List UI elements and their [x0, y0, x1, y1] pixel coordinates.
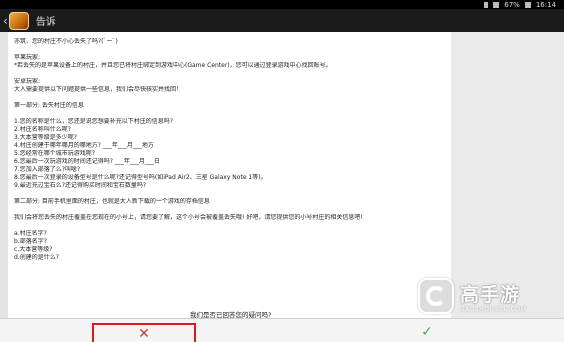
message-line: 2.村庄名称叫什么呢?: [14, 126, 71, 133]
message-line: 3.大本营等级是多少呢?: [14, 134, 77, 141]
watermark-brand: 高手游: [460, 284, 521, 306]
message-line: 安卓玩家:: [14, 78, 41, 85]
message-line: 苹果玩家:: [14, 54, 41, 61]
battery-percent: 67%: [504, 0, 520, 9]
no-button[interactable]: ✕: [92, 323, 196, 342]
message-line: a.村庄名字?: [14, 230, 47, 237]
message-line: 5.您经常在哪个城市玩游戏呢?: [14, 150, 95, 157]
battery-icon: [524, 1, 531, 8]
yes-button[interactable]: ✓: [392, 322, 462, 342]
message-line: 第一部分: 丢失村庄的信息: [14, 102, 84, 109]
check-icon: ✓: [421, 324, 433, 340]
message-line: 6.您最后一次玩游戏的时间还记得吗? ___年___月___日: [14, 158, 160, 165]
message-line: 9.最近充过宝石么?还记得购买时间和宝石数量吗?: [14, 182, 147, 189]
watermark-domain: GAOSHOUYOU.COM: [460, 306, 527, 313]
message-lines: 亦筑、您的村庄不小心丢失了吗?(ﾟーﾟ) 苹果玩家: *若丢失的是苹果设备上的村庄，…: [14, 38, 444, 262]
right-margin: [451, 32, 564, 318]
back-chevron-icon[interactable]: ‹: [3, 14, 8, 28]
page-title: 告诉: [35, 17, 56, 28]
message-line: 8.您最后一次登录的设备型号是什么呢?还记得型号吗(如iPad Air2、三星 …: [14, 174, 267, 181]
left-margin: [0, 32, 8, 318]
status-time: 16:14: [535, 0, 556, 9]
message-line: 7.您加入部落了么?叫啥?: [14, 166, 81, 173]
status-icons: 67% 16:14: [484, 0, 556, 9]
bluetooth-icon: [484, 1, 489, 8]
watermark-g-icon: [426, 286, 446, 306]
close-icon: ✕: [138, 326, 150, 342]
message-line: c.大本营等级?: [14, 246, 53, 253]
message-line: 1.您的名称是什么，您还是说您想要补充以下村庄的信息吗?: [14, 118, 173, 125]
wifi-icon: [493, 1, 500, 8]
app-logo-icon[interactable]: [8, 11, 29, 30]
message-line: 大人需要提供以下问题提供一些信息，我们会尽快核实并找回！: [14, 86, 183, 93]
message-line: *若丢失的是苹果设备上的村庄，并且您已将村庄绑定到游戏中心(Game Cente…: [14, 62, 332, 69]
message-line: 亦筑、您的村庄不小心丢失了吗?(ﾟーﾟ): [14, 38, 118, 45]
title-bar: ‹ 告诉: [0, 9, 564, 32]
message-line: 我们会将您丢失的村庄覆盖在您现在的小号上，请您要了解，这个小号会被覆盖丢失哦! …: [14, 214, 363, 221]
message-line: 4.村庄创建于哪年哪月的哪地方? ___年___月___地方: [14, 142, 154, 149]
status-bar: 67% 16:14: [0, 0, 564, 9]
message-content: 亦筑、您的村庄不小心丢失了吗?(ﾟーﾟ) 苹果玩家: *若丢失的是苹果设备上的村庄，…: [8, 32, 451, 318]
watermark-logo-icon: [418, 278, 454, 314]
message-line: d.创建的是什么?: [14, 254, 59, 261]
watermark: 高手游 GAOSHOUYOU.COM: [418, 278, 560, 322]
message-line: 第二部分: 目前手机里面的村庄，也就是大人新下载的一个游戏的存档信息: [14, 198, 210, 205]
message-line: b.部落名字?: [14, 238, 47, 245]
